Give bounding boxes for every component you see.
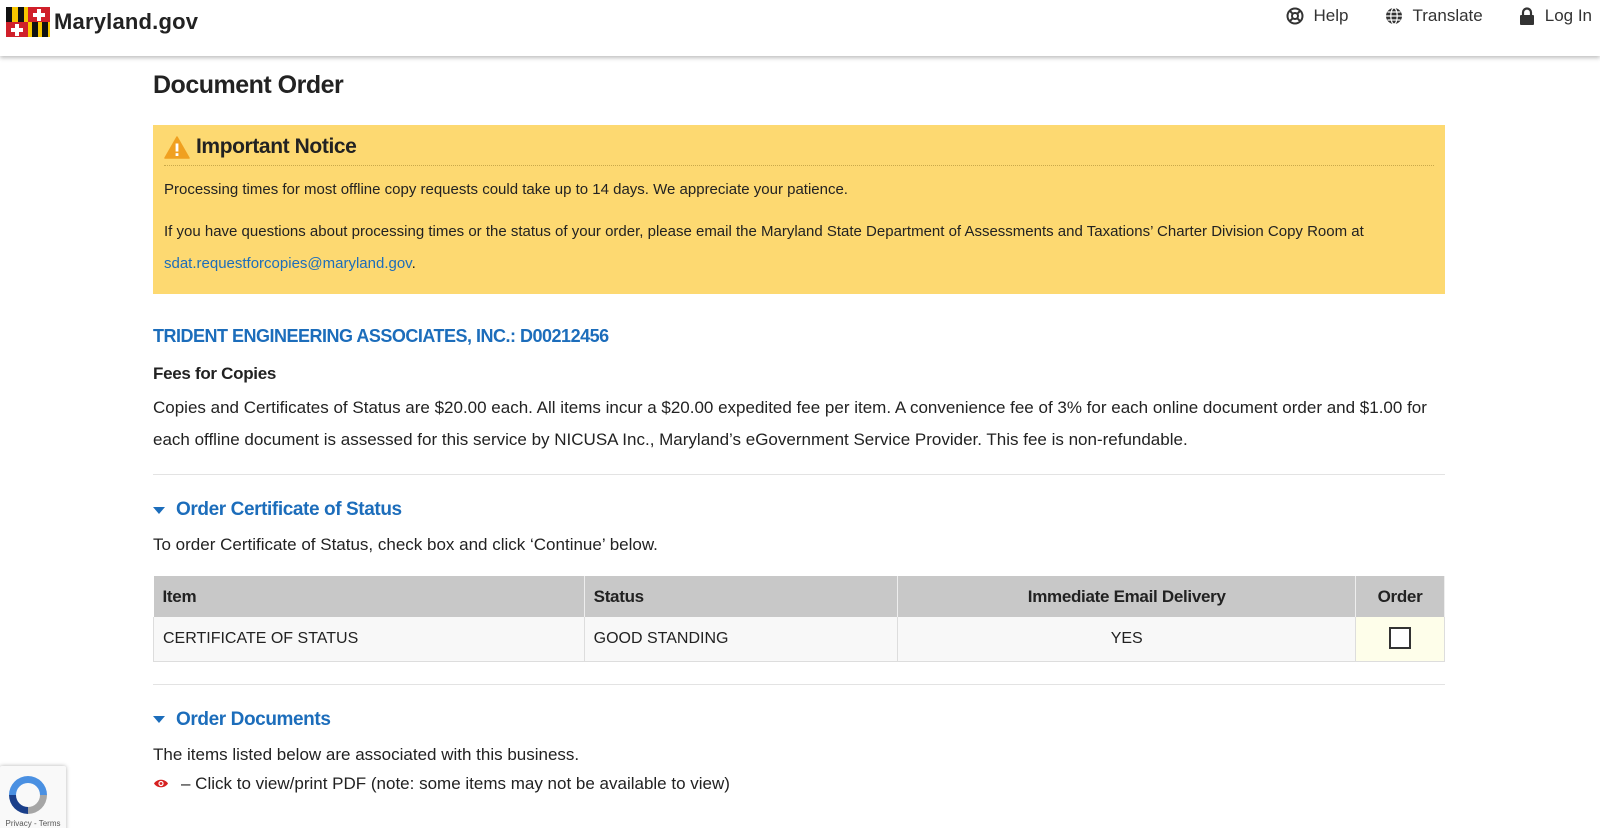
translate-label: Translate <box>1412 6 1483 25</box>
table-header-row: Item Status Immediate Email Delivery Ord… <box>153 576 1445 617</box>
recaptcha-links[interactable]: Privacy - Terms <box>0 819 66 828</box>
certificate-section-description: To order Certificate of Status, check bo… <box>153 535 658 554</box>
notice-line-1: Processing times for most offline copy r… <box>164 181 848 198</box>
main-content: Document Order Important Notice Processi… <box>153 56 1445 794</box>
pdf-legend-text: – Click to view/print PDF (note: some it… <box>181 773 730 793</box>
notice-email-suffix: . <box>411 255 416 272</box>
fees-title: Fees for Copies <box>153 364 277 383</box>
entity-title: TRIDENT ENGINEERING ASSOCIATES, INC.: D0… <box>153 326 609 346</box>
cell-item: CERTIFICATE OF STATUS <box>153 617 585 662</box>
documents-section-description: The items listed below are associated wi… <box>153 744 580 764</box>
site-header: Maryland.gov Help Translate Log In <box>0 0 1600 56</box>
maryland-logo[interactable]: Maryland.gov <box>6 7 198 37</box>
notice-title: Important Notice <box>196 135 357 158</box>
table-row: CERTIFICATE OF STATUS GOOD STANDING YES <box>153 617 1445 662</box>
documents-section-toggle[interactable]: Order Documents <box>153 709 1445 731</box>
login-label: Log In <box>1544 6 1592 25</box>
column-header-status: Status <box>584 576 899 617</box>
eye-icon <box>154 779 168 788</box>
maryland-flag-icon <box>6 7 50 37</box>
notice-line-2: If you have questions about processing t… <box>164 216 1434 280</box>
section-divider <box>153 683 1445 685</box>
cell-order <box>1355 617 1445 662</box>
notice-header: Important Notice <box>164 135 1434 166</box>
warning-icon <box>164 135 190 159</box>
caret-down-icon <box>153 716 165 723</box>
certificate-section-title: Order Certificate of Status <box>176 499 402 520</box>
section-divider <box>153 474 1445 475</box>
lock-icon <box>1519 6 1534 25</box>
important-notice: Important Notice Processing times for mo… <box>153 125 1445 294</box>
column-header-order: Order <box>1355 576 1445 617</box>
recaptcha-icon <box>9 776 47 814</box>
login-link[interactable]: Log In <box>1519 6 1592 26</box>
notice-line-2-text: If you have questions about processing t… <box>164 223 1364 240</box>
header-nav: Help Translate Log In <box>1250 6 1592 26</box>
pdf-legend: – Click to view/print PDF (note: some it… <box>153 774 1445 794</box>
help-label: Help <box>1313 6 1349 25</box>
globe-icon <box>1385 7 1402 25</box>
recaptcha-badge[interactable]: Privacy - Terms <box>0 766 66 828</box>
help-link[interactable]: Help <box>1286 6 1349 26</box>
order-certificate-checkbox[interactable] <box>1389 627 1411 650</box>
certificate-section-toggle[interactable]: Order Certificate of Status <box>153 499 1445 521</box>
fees-text: Copies and Certificates of Status are $2… <box>153 398 1427 449</box>
column-header-item: Item <box>153 576 585 617</box>
copy-room-email-link[interactable]: sdat.requestforcopies@maryland.gov <box>164 255 412 272</box>
column-header-email-delivery: Immediate Email Delivery <box>897 576 1356 617</box>
translate-link[interactable]: Translate <box>1385 6 1483 26</box>
page-title: Document Order <box>153 71 344 99</box>
documents-section-title: Order Documents <box>176 708 331 730</box>
lifebuoy-icon <box>1286 7 1304 25</box>
certificate-table: Item Status Immediate Email Delivery Ord… <box>153 576 1445 662</box>
caret-down-icon <box>153 506 165 514</box>
logo-text: Maryland.gov <box>54 9 199 34</box>
cell-email-delivery: YES <box>897 617 1356 662</box>
cell-status: GOOD STANDING <box>584 617 899 662</box>
